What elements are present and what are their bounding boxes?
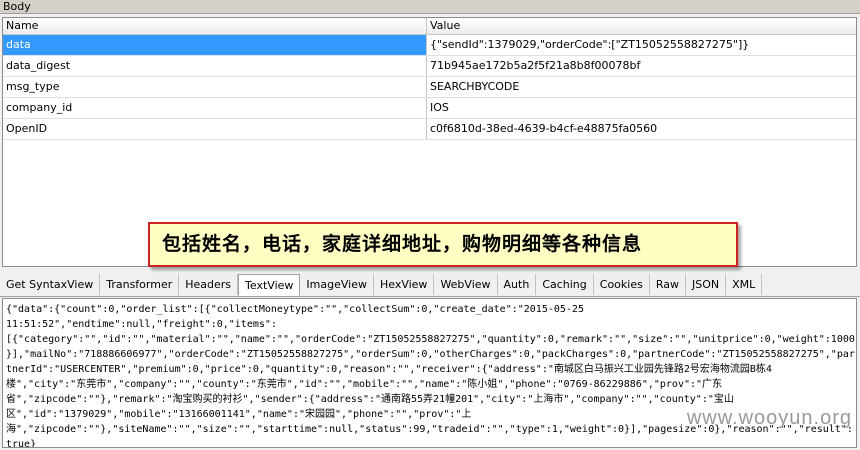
body-section-title: Body [0, 0, 860, 14]
inspector-tab-strip: Get SyntaxView Transformer Headers TextV… [0, 274, 860, 297]
column-header-name[interactable]: Name [3, 18, 427, 34]
table-row[interactable]: data {"sendId":1379029,"orderCode":["ZT1… [3, 35, 856, 56]
tab-imageview[interactable]: ImageView [300, 274, 374, 295]
row-value-cell: {"sendId":1379029,"orderCode":["ZT150525… [430, 38, 750, 51]
tab-caching[interactable]: Caching [536, 274, 594, 295]
row-value-cell: SEARCHBYCODE [430, 80, 520, 93]
text-line: {"data":{"count":0,"order_list":[{"colle… [6, 304, 584, 315]
tab-hexview[interactable]: HexView [374, 274, 435, 295]
table-row[interactable]: data_digest 71b945ae172b5a2f5f21a8b8f000… [3, 56, 856, 77]
tab-get-syntaxview[interactable]: Get SyntaxView [0, 274, 101, 295]
tab-json[interactable]: JSON [686, 274, 727, 295]
table-row[interactable]: company_id IOS [3, 98, 856, 119]
text-line: tnerId":"USERCENTER","premium":0,"price"… [6, 364, 772, 375]
text-line: 楼","city":"东莞市","company":"","county":"东… [6, 379, 723, 390]
row-value-cell: IOS [430, 101, 449, 114]
tab-xml[interactable]: XML [726, 274, 763, 295]
tab-transformer[interactable]: Transformer [100, 274, 180, 295]
row-name-cell: msg_type [3, 77, 427, 97]
row-value-cell: c0f6810d-38ed-4639-b4cf-e48875fa0560 [430, 122, 658, 135]
tab-auth[interactable]: Auth [498, 274, 537, 295]
text-line: [{"category":"","id":"","material":"","n… [6, 334, 855, 345]
table-row[interactable]: OpenID c0f6810d-38ed-4639-b4cf-e48875fa0… [3, 119, 856, 140]
text-line: 11:51:52","endtime":null,"freight":0,"it… [6, 319, 277, 330]
row-name-cell: company_id [3, 98, 427, 118]
tab-raw[interactable]: Raw [650, 274, 686, 295]
text-line: 省","zipcode":""},"remark":"淘宝购买的衬衫","sen… [6, 394, 734, 405]
annotation-callout: 包括姓名，电话，家庭详细地址，购物明细等各种信息 [148, 222, 738, 267]
text-line: }],"mailNo":"718886606977","orderCode":"… [6, 349, 855, 360]
tab-headers[interactable]: Headers [179, 274, 239, 295]
tab-cookies[interactable]: Cookies [594, 274, 650, 295]
tab-textview[interactable]: TextView [238, 274, 301, 296]
table-row[interactable]: msg_type SEARCHBYCODE [3, 77, 856, 98]
column-header-value[interactable]: Value [427, 18, 856, 34]
grid-header: Name Value [3, 18, 856, 35]
tab-webview[interactable]: WebView [434, 274, 498, 295]
text-line: true} [6, 439, 37, 448]
watermark: www.wooyun.org [686, 407, 852, 429]
row-name-cell: data [3, 35, 427, 55]
row-name-cell: OpenID [3, 119, 427, 139]
row-value-cell: 71b945ae172b5a2f5f21a8b8f00078bf [430, 59, 641, 72]
row-name-cell: data_digest [3, 56, 427, 76]
